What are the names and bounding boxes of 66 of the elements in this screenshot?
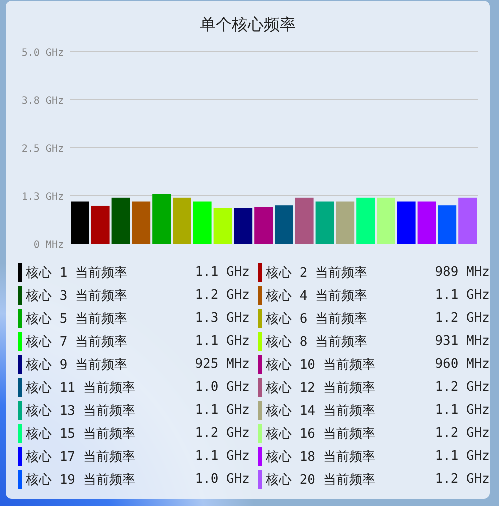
axis-tick-label: 5.0 GHz [22,48,64,59]
legend-label: 核心 14 当前频率 [266,402,376,420]
legend-label: 核心 19 当前频率 [26,472,136,488]
bar [316,202,334,244]
bar [254,207,273,244]
legend-value: 1.1 GHz [195,403,251,418]
legend-value: 1.0 GHz [195,380,251,395]
legend-label: 核心 3 当前频率 [26,288,128,304]
legend-value: 960 MHz [435,357,491,372]
axis-tick-label: 3.8 GHz [22,96,64,107]
legend-value: 1.2 GHz [435,426,491,441]
legend-value: 1.1 GHz [195,265,251,280]
legend-label: 核心 10 当前频率 [266,356,376,374]
legend-label: 核心 16 当前频率 [266,426,376,442]
legend-label: 核心 4 当前频率 [266,288,368,304]
bar [356,198,375,244]
bar [91,206,110,244]
bar [377,198,396,244]
legend-label: 核心 6 当前频率 [266,310,368,328]
legend-value: 1.1 GHz [195,334,251,349]
legend-value: 1.2 GHz [435,311,491,326]
bar [71,202,90,244]
legend-label: 核心 1 当前频率 [26,264,128,282]
bar [173,198,192,244]
bar [112,198,130,244]
legend-label: 核心 2 当前频率 [266,264,368,282]
legend-label: 核心 17 当前频率 [26,448,136,466]
legend-value: 1.2 GHz [195,426,251,441]
legend-value: 1.3 GHz [195,311,251,326]
bar [418,202,436,244]
bar [214,208,232,244]
legend-label: 核心 9 当前频率 [26,356,128,374]
axis-tick-label: 1.3 GHz [22,192,64,203]
legend-value: 925 MHz [195,357,251,372]
legend-value: 1.2 GHz [435,380,491,395]
legend-label: 核心 5 当前频率 [26,310,128,328]
bar [397,202,416,244]
legend-label: 核心 12 当前频率 [266,380,376,396]
legend-label: 核心 20 当前频率 [266,472,376,488]
legend-value: 1.1 GHz [435,449,491,464]
bar [336,202,355,244]
axis-tick-label: 0 MHz [34,240,64,251]
legend-value: 1.2 GHz [195,288,251,303]
legend-value: 1.0 GHz [195,472,251,487]
legend-label: 核心 7 当前频率 [26,334,128,350]
legend-value: 1.1 GHz [435,403,491,418]
legend-label: 核心 13 当前频率 [26,402,136,420]
legend-value: 1.1 GHz [435,288,491,303]
bar [295,198,314,244]
bar [193,202,212,244]
legend-value: 1.1 GHz [195,449,251,464]
legend-label: 核心 18 当前频率 [266,448,376,466]
bar [438,206,457,244]
axis-tick-label: 2.5 GHz [22,144,64,155]
legend-value: 931 MHz [435,334,491,349]
legend-value: 989 MHz [435,265,491,280]
bar [458,198,477,244]
legend-value: 1.2 GHz [435,472,491,487]
chart-title: 单个核心频率 [199,15,297,36]
bar [132,202,151,244]
bar [275,206,294,244]
legend-label: 核心 8 当前频率 [266,334,368,350]
legend-label: 核心 11 当前频率 [26,380,136,396]
legend-label: 核心 15 当前频率 [26,426,136,442]
bar [234,208,253,244]
bar [152,194,171,244]
